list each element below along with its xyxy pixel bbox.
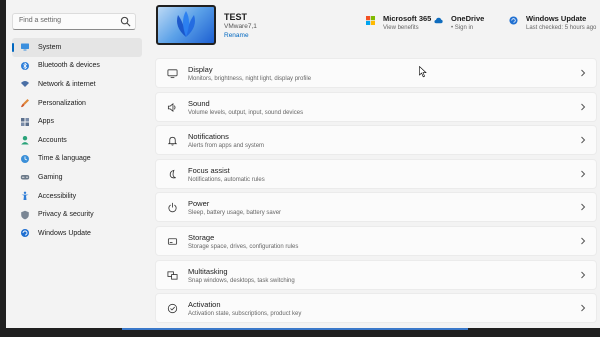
storage-card[interactable]: Storage Storage space, drives, configura…: [155, 225, 597, 256]
sidebar: Find a setting System Bluetooth & device…: [6, 0, 142, 328]
windows-update-title: Windows Update: [526, 14, 587, 23]
activation-card[interactable]: Activation Activation state, subscriptio…: [155, 293, 597, 324]
sidebar-item-personalization[interactable]: Personalization: [12, 94, 142, 113]
rename-link[interactable]: Rename: [224, 32, 249, 39]
monitor-icon: [20, 42, 30, 52]
person-icon: [20, 135, 30, 145]
sidebar-item-label: Privacy & security: [38, 211, 94, 219]
card-title: Power: [188, 199, 210, 209]
moon-icon: [169, 169, 176, 179]
chevron-right-icon: [581, 69, 586, 77]
accessibility-icon: [20, 191, 30, 201]
sidebar-item-gaming[interactable]: Gaming: [12, 168, 142, 187]
card-title: Activation: [188, 300, 221, 310]
sidebar-item-accounts[interactable]: Accounts: [12, 131, 142, 150]
device-model: VMware7,1: [224, 23, 257, 30]
check-circle-icon: [167, 304, 178, 314]
sidebar-item-privacy[interactable]: Privacy & security: [12, 205, 142, 224]
display-card[interactable]: Display Monitors, brightness, night ligh…: [155, 58, 597, 88]
card-subtitle: Volume levels, output, input, sound devi…: [188, 109, 304, 116]
sidebar-item-time-language[interactable]: Time & language: [12, 150, 142, 169]
settings-window: Find a setting System Bluetooth & device…: [6, 0, 600, 328]
sidebar-item-bluetooth[interactable]: Bluetooth & devices: [12, 57, 142, 76]
multitasking-card[interactable]: Multitasking Snap windows, desktops, tas…: [155, 259, 597, 290]
sidebar-item-network[interactable]: Network & internet: [12, 75, 142, 94]
onedrive-subtitle: • Sign in: [451, 25, 474, 31]
microsoft-logo-icon: [366, 16, 375, 25]
card-title: Focus assist: [188, 165, 230, 175]
card-title: Sound: [188, 98, 210, 108]
taskbar-active-strip: [122, 328, 468, 330]
chevron-right-icon: [581, 304, 586, 312]
sidebar-item-label: Accessibility: [38, 192, 77, 200]
gamepad-icon: [20, 172, 30, 182]
display-icon: [167, 69, 178, 79]
search-icon[interactable]: [120, 16, 131, 27]
card-title: Multitasking: [188, 266, 228, 276]
card-subtitle: Storage space, drives, configuration rul…: [188, 243, 299, 250]
shield-icon: [20, 210, 30, 220]
microsoft-365-title: Microsoft 365: [383, 14, 432, 23]
sidebar-item-label: Bluetooth & devices: [38, 62, 100, 70]
sidebar-item-accessibility[interactable]: Accessibility: [12, 187, 142, 206]
device-name: TEST: [224, 12, 248, 22]
card-title: Notifications: [188, 132, 229, 142]
card-subtitle: Sleep, battery usage, battery saver: [188, 210, 282, 217]
search-placeholder: Find a setting: [19, 17, 62, 24]
chevron-right-icon: [581, 204, 586, 211]
sidebar-item-label: Accounts: [38, 136, 67, 144]
chevron-right-icon: [581, 170, 586, 178]
update-icon: [20, 228, 30, 238]
search-input[interactable]: Find a setting: [12, 13, 136, 30]
sidebar-item-label: Network & internet: [38, 80, 96, 88]
bell-icon: [167, 137, 178, 146]
sidebar-item-label: Apps: [38, 118, 54, 126]
settings-list: Display Monitors, brightness, night ligh…: [155, 58, 597, 327]
chevron-right-icon: [581, 237, 586, 245]
chevron-right-icon: [581, 136, 586, 144]
windows-update-subtitle: Last checked: 5 hours ago: [526, 25, 597, 31]
sidebar-item-label: Time & language: [38, 155, 91, 163]
storage-icon: [167, 238, 178, 245]
focus-assist-card[interactable]: Focus assist Notifications, automatic ru…: [155, 158, 597, 189]
sidebar-item-label: Gaming: [38, 173, 63, 181]
bluetooth-icon: [20, 61, 30, 71]
apps-icon: [20, 117, 30, 127]
brush-icon: [20, 98, 30, 108]
wifi-icon: [20, 79, 30, 89]
sidebar-item-system[interactable]: System: [12, 38, 142, 57]
sidebar-nav: System Bluetooth & devices Network & int…: [12, 38, 142, 243]
power-card[interactable]: Power Sleep, battery usage, battery save…: [155, 192, 597, 223]
sidebar-item-apps[interactable]: Apps: [12, 112, 142, 131]
speaker-icon: [167, 102, 176, 112]
sidebar-item-label: Personalization: [38, 99, 86, 107]
sound-card[interactable]: Sound Volume levels, output, input, soun…: [155, 91, 597, 122]
wallpaper-bloom-icon: [177, 11, 195, 37]
card-subtitle: Monitors, brightness, night light, displ…: [188, 76, 312, 82]
card-title: Storage: [188, 232, 215, 242]
chevron-right-icon: [581, 103, 586, 110]
globe-clock-icon: [20, 154, 30, 164]
card-title: Display: [188, 65, 213, 74]
update-icon: [509, 16, 518, 25]
card-subtitle: Notifications, automatic rules: [188, 176, 265, 183]
chevron-right-icon: [581, 271, 586, 278]
notifications-card[interactable]: Notifications Alerts from apps and syste…: [155, 125, 597, 156]
microsoft-365-subtitle: View benefits: [383, 25, 419, 31]
sidebar-item-label: Windows Update: [38, 229, 91, 237]
power-icon: [168, 203, 177, 213]
card-subtitle: Snap windows, desktops, task switching: [188, 277, 295, 284]
multitasking-icon: [167, 270, 178, 280]
onedrive-title: OneDrive: [451, 14, 485, 23]
device-thumbnail: [156, 5, 216, 45]
card-subtitle: Activation state, subscriptions, product…: [188, 311, 302, 318]
card-subtitle: Alerts from apps and system: [188, 143, 265, 150]
sidebar-item-windows-update[interactable]: Windows Update: [12, 224, 142, 243]
mouse-cursor-icon: [419, 66, 427, 78]
sidebar-item-label: System: [38, 43, 62, 51]
cloud-icon: [434, 17, 443, 24]
